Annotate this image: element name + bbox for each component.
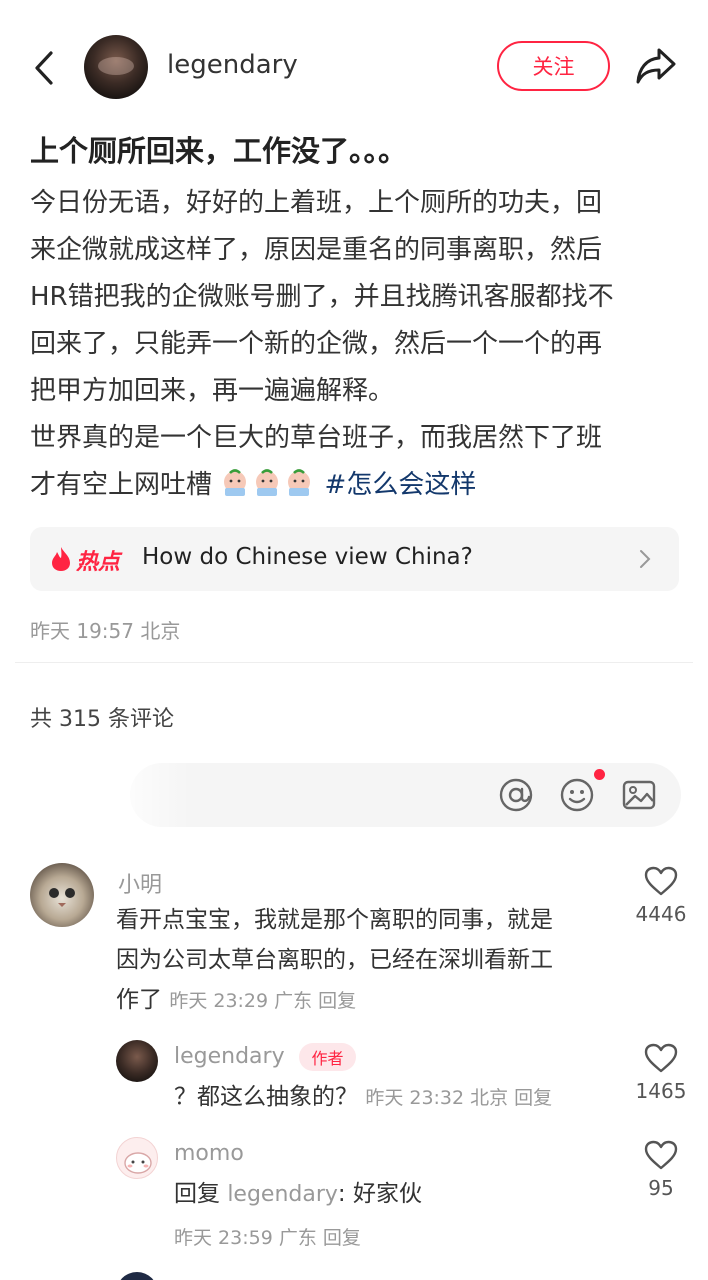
reply-to-user[interactable]: legendary bbox=[227, 1182, 338, 1207]
commenter-avatar[interactable] bbox=[30, 863, 94, 927]
next-comment-avatar[interactable] bbox=[116, 1272, 158, 1280]
reply-body: : 好家伙 bbox=[337, 1181, 422, 1207]
back-button[interactable] bbox=[28, 48, 60, 88]
comment-line: 作了 bbox=[116, 987, 162, 1013]
notification-dot bbox=[594, 769, 605, 780]
commenter-name[interactable]: 小明 bbox=[118, 867, 162, 899]
emoji-icon[interactable] bbox=[559, 777, 595, 813]
comment-text: 看开点宝宝，我就是那个离职的同事，就是 因为公司太草台离职的，已经在深圳看新工 … bbox=[116, 900, 616, 1021]
like-button[interactable]: 95 bbox=[631, 1140, 691, 1200]
comment-input[interactable] bbox=[50, 763, 681, 827]
post-content: 今日份无语，好好的上着班，上个厕所的功夫，回 来企微就成这样了，原因是重名的同事… bbox=[30, 180, 680, 509]
hashtag-link[interactable]: #怎么会这样 bbox=[325, 470, 477, 500]
cartoon-face-icon bbox=[124, 1152, 152, 1174]
reply-text: 回复 legendary: 好家伙 bbox=[174, 1174, 614, 1215]
like-count: 4446 bbox=[635, 902, 687, 926]
chevron-right-icon bbox=[640, 550, 651, 568]
share-arrow-icon bbox=[636, 48, 676, 84]
hot-topic-text: How do Chinese view China? bbox=[142, 544, 473, 570]
flame-icon bbox=[52, 547, 70, 571]
follow-button[interactable]: 关注 bbox=[497, 41, 610, 91]
reply-text: ？都这么抽象的？ 昨天 23:32 北京 回复 bbox=[174, 1077, 614, 1118]
content-last-line: 才有空上网吐槽 #怎么会这样 bbox=[30, 462, 680, 509]
reply-body: ？都这么抽象的？ bbox=[174, 1084, 358, 1110]
comment-count: 共 315 条评论 bbox=[30, 707, 174, 732]
post-header: legendary 关注 bbox=[0, 0, 708, 134]
content-line: 世界真的是一个巨大的草台班子，而我居然下了班 bbox=[30, 423, 603, 453]
content-line: HR错把我的企微账号删了，并且找腾讯客服都找不 bbox=[30, 282, 614, 312]
post-title: 上个厕所回来，工作没了。。。 bbox=[30, 134, 408, 168]
reply-meta[interactable]: 昨天 23:59 广东 回复 bbox=[174, 1223, 361, 1250]
reply-author-name[interactable]: legendary bbox=[174, 1044, 285, 1069]
at-icon[interactable] bbox=[498, 777, 534, 813]
like-count: 1465 bbox=[635, 1079, 687, 1103]
author-avatar[interactable] bbox=[84, 35, 148, 99]
hot-topic-tag: 热点 bbox=[76, 550, 121, 575]
reply-author-name[interactable]: momo bbox=[174, 1141, 244, 1166]
divider bbox=[15, 662, 693, 663]
chevron-left-icon bbox=[35, 51, 53, 85]
image-icon[interactable] bbox=[621, 777, 657, 813]
share-button[interactable] bbox=[634, 46, 678, 86]
comment-meta[interactable]: 昨天 23:29 广东 回复 bbox=[169, 990, 356, 1012]
reply-avatar[interactable] bbox=[116, 1137, 158, 1179]
input-fade bbox=[50, 763, 190, 827]
content-line: 把甲方加回来，再一遍遍解释。 bbox=[30, 376, 395, 406]
reply-prefix: 回复 bbox=[174, 1181, 220, 1207]
like-count: 95 bbox=[648, 1176, 674, 1200]
cat-icon bbox=[49, 888, 75, 907]
author-username[interactable]: legendary bbox=[167, 50, 298, 80]
content-line: 回来了，只能弄一个新的企微，然后一个一个的再 bbox=[30, 329, 603, 359]
post-meta: 昨天 19:57 北京 bbox=[30, 619, 181, 643]
like-button[interactable]: 4446 bbox=[631, 866, 691, 926]
crying-emoji-icon bbox=[288, 469, 311, 496]
crying-emoji-icon bbox=[224, 469, 247, 496]
content-line: 来企微就成这样了，原因是重名的同事离职，然后 bbox=[30, 235, 603, 265]
heart-icon bbox=[644, 866, 678, 896]
hot-topic-bar[interactable]: 热点 How do Chinese view China? bbox=[30, 527, 679, 591]
content-line: 才有空上网吐槽 bbox=[30, 470, 213, 500]
comment-line: 看开点宝宝，我就是那个离职的同事，就是 bbox=[116, 907, 553, 933]
author-badge: 作者 bbox=[299, 1043, 356, 1071]
reply-meta[interactable]: 昨天 23:32 北京 回复 bbox=[365, 1087, 552, 1109]
content-line: 今日份无语，好好的上着班，上个厕所的功夫，回 bbox=[30, 188, 603, 218]
like-button[interactable]: 1465 bbox=[631, 1043, 691, 1103]
comment-last-line: 作了 昨天 23:29 广东 回复 bbox=[116, 980, 616, 1021]
reply-avatar[interactable] bbox=[116, 1040, 158, 1082]
crying-emoji-icon bbox=[256, 469, 279, 496]
heart-icon bbox=[644, 1140, 678, 1170]
heart-icon bbox=[644, 1043, 678, 1073]
comment-line: 因为公司太草台离职的，已经在深圳看新工 bbox=[116, 947, 553, 973]
